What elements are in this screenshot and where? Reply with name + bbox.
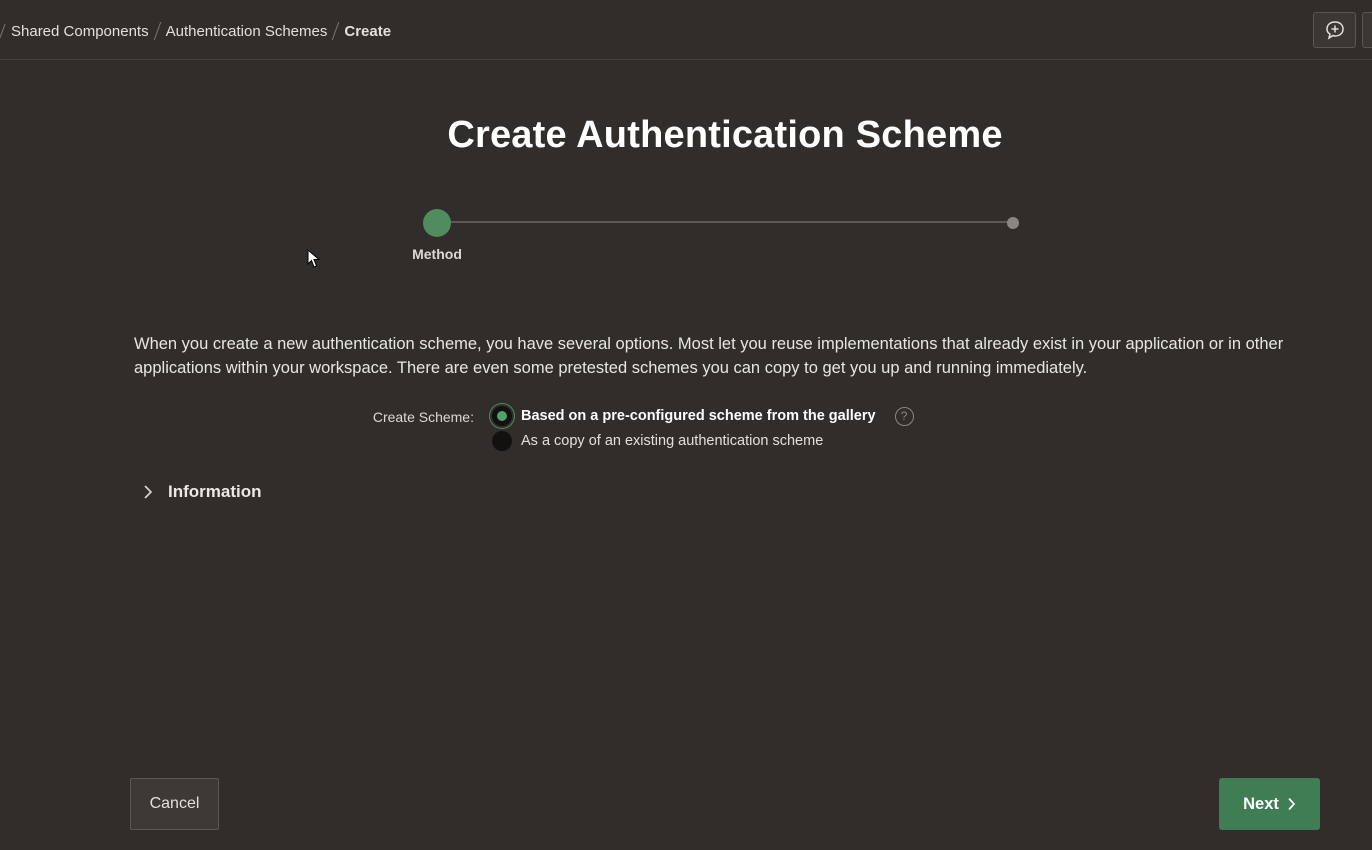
radio-gallery[interactable] (492, 406, 512, 426)
wizard-progress-track (437, 221, 1013, 223)
description-text: When you create a new authentication sch… (134, 335, 1284, 377)
wizard-step-label: Method (412, 246, 462, 262)
radio-gallery-label[interactable]: Based on a pre-configured scheme from th… (521, 408, 876, 424)
radio-option-gallery[interactable]: Based on a pre-configured scheme from th… (490, 406, 914, 426)
next-button[interactable]: Next (1219, 778, 1320, 830)
feedback-button[interactable] (1313, 12, 1356, 48)
information-title: Information (168, 482, 262, 501)
breadcrumb-current: Create (344, 22, 392, 40)
breadcrumb-separator (332, 22, 340, 40)
cancel-button[interactable]: Cancel (130, 778, 219, 830)
chevron-right-icon (1287, 797, 1296, 811)
breadcrumb-authentication-schemes[interactable]: Authentication Schemes (166, 23, 328, 40)
chevron-right-icon (140, 481, 156, 503)
radio-copy-label[interactable]: As a copy of an existing authentication … (521, 433, 823, 449)
menu-button[interactable] (1362, 12, 1372, 48)
information-region-toggle[interactable]: Information (140, 481, 262, 503)
wizard-step-method-marker (423, 209, 451, 237)
radio-selected-dot (497, 411, 507, 421)
help-icon[interactable]: ? (894, 406, 914, 426)
create-scheme-label: Create Scheme: (372, 409, 474, 425)
page-title: Create Authentication Scheme (447, 114, 1003, 156)
next-button-label: Next (1243, 794, 1279, 813)
breadcrumb-shared-components[interactable]: Shared Components (11, 23, 149, 40)
feedback-plus-icon (1325, 21, 1344, 40)
breadcrumb-separator (0, 24, 6, 38)
mouse-cursor-icon (307, 249, 321, 268)
radio-copy[interactable] (492, 431, 512, 451)
wizard-step-end-marker (1007, 217, 1019, 229)
top-bar: Shared Components Authentication Schemes… (0, 0, 1372, 60)
breadcrumb: Shared Components Authentication Schemes… (0, 22, 391, 40)
breadcrumb-separator (153, 22, 161, 40)
radio-option-copy[interactable]: As a copy of an existing authentication … (490, 431, 823, 451)
